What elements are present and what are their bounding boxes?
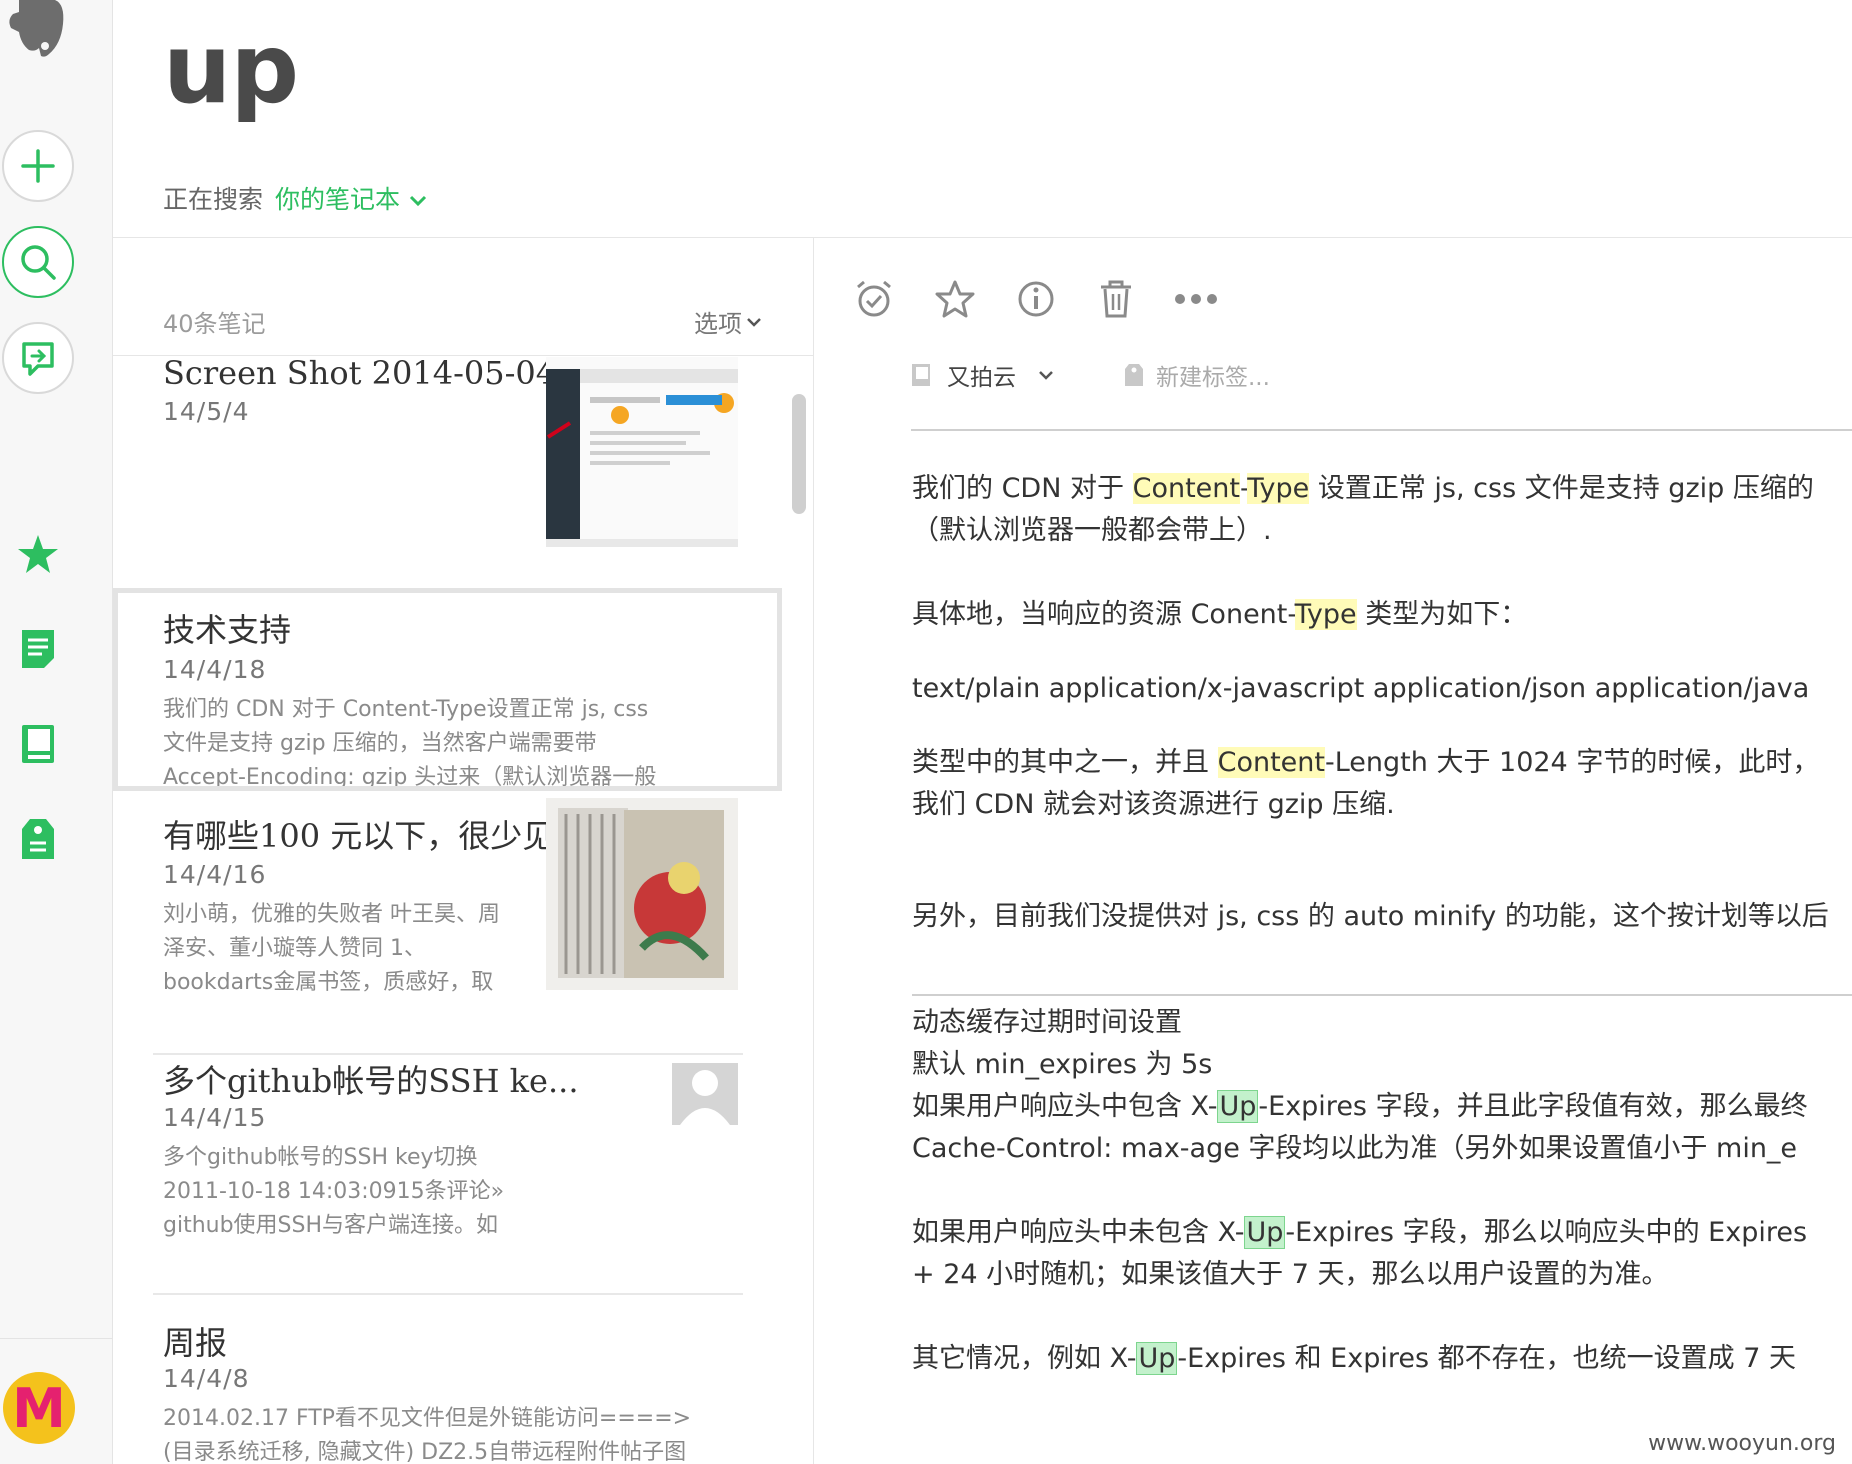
- notebook-icon: [912, 364, 930, 386]
- note-date: 14/4/18: [163, 655, 267, 684]
- options-dropdown[interactable]: 选项: [694, 304, 762, 339]
- note-thumbnail: [672, 1063, 738, 1125]
- searching-label: 正在搜索: [163, 185, 264, 214]
- body-line: + 24 小时随机；如果该值大于 7 天，那么以用户设置的为准。: [912, 1259, 1669, 1290]
- note-card-selected[interactable]: 技术支持 14/4/18 我们的 CDN 对于 Content-Type设置正常…: [113, 588, 782, 791]
- new-note-button[interactable]: [2, 130, 74, 202]
- evernote-logo-icon[interactable]: [2, 0, 72, 60]
- search-highlight-current: Up: [1217, 1090, 1259, 1123]
- note-meta-row: 又拍云 新建标签...: [911, 358, 1270, 392]
- scope-label: 你的笔记本: [275, 185, 401, 214]
- body-line: 默认 min_expires 为 5s: [912, 1049, 1213, 1080]
- notebooks-icon[interactable]: [14, 720, 62, 768]
- search-highlight: Up: [1244, 1216, 1286, 1249]
- body-line: 其它情况，例如 X-Up-Expires 和 Expires 都不存在，也统一设…: [912, 1342, 1796, 1375]
- sidebar-rail: M: [0, 0, 113, 1464]
- avatar-letter: M: [12, 1376, 66, 1440]
- tag-input[interactable]: 新建标签...: [1124, 358, 1270, 392]
- body-line: 我们 CDN 就会对该资源进行 gzip 压缩.: [912, 789, 1395, 820]
- body-line: 如果用户响应头中包含 X-Up-Expires 字段，并且此字段值有效，那么最终: [912, 1090, 1808, 1123]
- note-card[interactable]: Screen Shot 2014-05-04 ... 14/5/4: [113, 357, 782, 588]
- options-label: 选项: [694, 310, 742, 338]
- note-editor: 又拍云 新建标签... 我们的 CDN 对于 Content-Type 设置正常…: [815, 238, 1852, 1464]
- tag-icon: [1125, 364, 1143, 386]
- shortcuts-star-icon[interactable]: [14, 530, 62, 578]
- note-date: 14/4/15: [163, 1103, 267, 1132]
- more-icon[interactable]: [1173, 276, 1219, 322]
- body-line: 具体地，当响应的资源 Conent-Type 类型为如下：: [912, 599, 1528, 630]
- search-highlight: Type: [1247, 473, 1310, 504]
- body-line: 类型中的其中之一，并且 Content-Length 大于 1024 字节的时候…: [912, 747, 1820, 778]
- chevron-down-icon: [409, 195, 427, 207]
- note-title: 多个github帐号的SSH ke...: [163, 1063, 579, 1100]
- note-body[interactable]: 我们的 CDN 对于 Content-Type 设置正常 js, css 文件是…: [912, 468, 1852, 1380]
- note-date: 14/4/16: [163, 860, 267, 889]
- body-line: 如果用户响应头中未包含 X-Up-Expires 字段，那么以响应头中的 Exp…: [912, 1216, 1808, 1249]
- search-scope: 正在搜索 你的笔记本: [163, 180, 428, 216]
- note-title: 有哪些100 元以下，很少见...: [163, 817, 553, 855]
- body-line: 我们的 CDN 对于 Content-Type 设置正常 js, css 文件是…: [912, 473, 1814, 504]
- search-highlight: Up: [1136, 1342, 1178, 1375]
- note-date: 14/5/4: [163, 397, 250, 426]
- search-highlight: Content: [1132, 473, 1240, 504]
- body-line: 动态缓存过期时间设置: [912, 1007, 1182, 1038]
- note-title: Screen Shot 2014-05-04 ...: [163, 357, 597, 392]
- avatar[interactable]: M: [3, 1372, 75, 1444]
- trash-icon[interactable]: [1093, 276, 1139, 322]
- note-list-header: 40条笔记 选项: [113, 238, 813, 356]
- reminder-icon[interactable]: [851, 276, 897, 322]
- search-highlight: Type: [1294, 599, 1357, 630]
- info-icon[interactable]: [1013, 276, 1059, 322]
- plus-icon: [21, 149, 55, 183]
- chevron-down-icon: [1039, 371, 1053, 380]
- note-title: 技术支持: [163, 611, 292, 649]
- page-title: up: [163, 13, 299, 125]
- note-count: 40条笔记: [163, 310, 266, 338]
- chevron-down-icon: [747, 317, 761, 327]
- scope-dropdown[interactable]: 你的笔记本: [275, 185, 428, 214]
- note-snippet: 我们的 CDN 对于 Content-Type设置正常 js, css 文件是支…: [163, 697, 657, 790]
- tag-placeholder: 新建标签...: [1156, 365, 1270, 391]
- work-chat-icon: [22, 342, 54, 376]
- note-card[interactable]: 多个github帐号的SSH ke... 14/4/15 多个github帐号的…: [113, 1063, 782, 1293]
- body-line: text/plain application/x-javascript appl…: [912, 673, 1810, 704]
- notes-icon[interactable]: [14, 625, 62, 673]
- tags-icon[interactable]: [14, 815, 62, 863]
- body-line: Cache-Control: max-age 字段均以此为准（另外如果设置值小于…: [912, 1133, 1798, 1164]
- body-line: （默认浏览器一般都会带上）.: [912, 515, 1272, 546]
- body-line: 另外，目前我们没提供对 js, css 的 auto minify 的功能，这个…: [912, 901, 1829, 932]
- divider: [912, 994, 1852, 996]
- note-card[interactable]: 有哪些100 元以下，很少见... 14/4/16 刘小萌，优雅的失败者 叶王昊…: [113, 798, 782, 1028]
- note-thumbnail: [546, 357, 738, 547]
- scrollbar-thumb[interactable]: [792, 394, 806, 514]
- search-highlight: Content: [1217, 747, 1325, 778]
- note-card[interactable]: 周报 14/4/8 2014.02.17 FTP看不见文件但是外链能访问====…: [113, 1298, 782, 1464]
- note-thumbnail: [546, 798, 738, 990]
- search-icon: [21, 245, 56, 280]
- notebook-selector[interactable]: 又拍云: [911, 358, 1054, 392]
- note-date: 14/4/8: [163, 1364, 250, 1393]
- note-snippet: 多个github帐号的SSH key切换 2011-10-18 14:03:09…: [163, 1145, 505, 1238]
- note-snippet: 刘小萌，优雅的失败者 叶王昊、周 泽安、董小璇等人赞同 1、 bookdarts…: [163, 902, 500, 995]
- note-snippet: 2014.02.17 FTP看不见文件但是外链能访问====> (目录系统迁移,…: [163, 1406, 692, 1464]
- work-chat-button[interactable]: [2, 322, 74, 394]
- note-list: 40条笔记 选项 Screen Shot 2014-05-04 ... 14/5…: [113, 238, 814, 1464]
- star-icon[interactable]: [932, 276, 978, 322]
- watermark: www.wooyun.org: [1648, 1431, 1836, 1456]
- search-button[interactable]: [2, 226, 74, 298]
- note-title: 周报: [163, 1324, 228, 1362]
- notebook-name: 又拍云: [947, 365, 1016, 391]
